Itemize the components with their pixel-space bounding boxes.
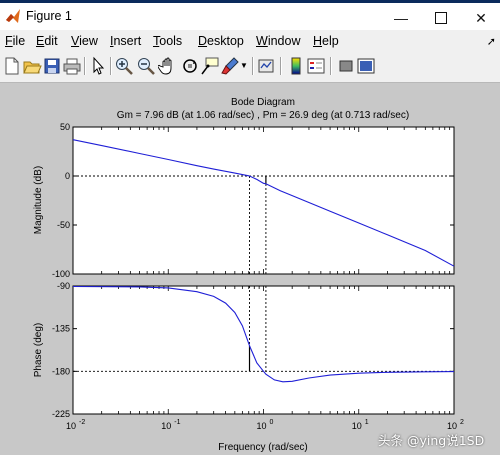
menu-help-label: elp (322, 34, 339, 48)
menu-file[interactable]: File (5, 34, 25, 48)
watermark-text: 头条 @ying说1SD (378, 433, 485, 448)
pan-hand-icon[interactable] (158, 56, 178, 76)
bode-diagram-svg[interactable]: Bode Diagram Gm = 7.96 dB (at 1.06 rad/s… (0, 83, 500, 455)
chart-subtitle: Gm = 7.96 dB (at 1.06 rad/sec) , Pm = 26… (117, 110, 409, 121)
menu-view-label: iew (79, 34, 98, 48)
toolbar-separator (330, 57, 332, 75)
menu-desktop-label: esktop (207, 34, 244, 48)
toolbar-separator (110, 57, 112, 75)
show-plot-tools-icon[interactable] (356, 56, 376, 76)
magnitude-ytick-label: -50 (57, 220, 70, 230)
magnitude-axes (72, 126, 455, 275)
magnitude-ytick-label: 50 (60, 122, 70, 132)
matlab-logo-icon (6, 9, 20, 23)
toolbar-separator (84, 57, 86, 75)
maximize-icon (435, 12, 447, 24)
menu-window-mnemonic: W (256, 34, 268, 48)
phase-ytick-label: -135 (52, 324, 70, 334)
menu-tools[interactable]: Tools (153, 34, 182, 48)
magnitude-ylabel: Magnitude (dB) (33, 166, 44, 234)
x-tick-exponent: -1 (174, 419, 180, 426)
phase-ylabel: Phase (deg) (33, 323, 44, 377)
hide-plot-tools-icon[interactable] (336, 56, 356, 76)
rotate-3d-icon[interactable] (180, 56, 200, 76)
menu-help[interactable]: Help (313, 34, 339, 48)
menu-insert[interactable]: Insert (110, 34, 141, 48)
x-tick-exponent: -2 (79, 419, 85, 426)
x-tick-label: 10 0 (256, 419, 273, 431)
new-figure-icon[interactable] (2, 56, 22, 76)
menu-edit-label: dit (44, 34, 58, 48)
phase-ytick-label: -90 (57, 281, 70, 291)
x-tick-base: 10 (66, 421, 76, 431)
zoom-out-icon[interactable] (136, 56, 156, 76)
print-icon[interactable] (62, 56, 82, 76)
menu-desktop[interactable]: Desktop (198, 34, 244, 48)
x-tick-exponent: 0 (270, 419, 274, 426)
x-tick-exponent: 2 (460, 419, 464, 426)
menu-window[interactable]: Window (256, 34, 300, 48)
menu-file-mnemonic: F (5, 34, 13, 48)
window-title: Figure 1 (26, 9, 72, 23)
menu-file-label: ile (12, 34, 26, 48)
menu-desktop-mnemonic: D (198, 34, 208, 48)
x-tick-exponent: 1 (365, 419, 369, 426)
menu-window-label: indow (267, 34, 301, 48)
x-tick-label: 10 -2 (66, 419, 85, 431)
phase-ytick-label: -225 (52, 409, 70, 419)
menu-view[interactable]: View (71, 34, 98, 48)
x-axis-label: Frequency (rad/sec) (218, 442, 307, 453)
link-plot-icon[interactable] (256, 56, 276, 76)
menu-insert-label: nsert (113, 34, 142, 48)
menu-bar: File Edit View Insert Tools Desktop Wind… (0, 30, 500, 52)
x-tick-label: 10 1 (352, 419, 369, 431)
menu-edit[interactable]: Edit (36, 34, 58, 48)
menu-view-mnemonic: V (71, 34, 80, 48)
close-button[interactable]: ✕ (458, 6, 500, 30)
data-cursor-icon[interactable] (200, 56, 220, 76)
menu-tools-label: ools (159, 34, 183, 48)
magnitude-ytick-label: 0 (65, 171, 70, 181)
open-file-icon[interactable] (22, 56, 42, 76)
toolbar-separator (252, 57, 254, 75)
zoom-in-icon[interactable] (114, 56, 134, 76)
phase-axes (72, 285, 455, 415)
toolbar-separator (280, 57, 282, 75)
x-tick-label: 10 -1 (161, 419, 180, 431)
colorbar-icon[interactable] (286, 56, 306, 76)
brush-dropdown-icon[interactable]: ▼ (240, 56, 248, 76)
x-tick-base: 10 (352, 421, 362, 431)
legend-icon[interactable] (306, 56, 326, 76)
x-tick-base: 10 (256, 421, 266, 431)
chart-title: Bode Diagram (231, 97, 295, 108)
dock-arrow-icon[interactable]: ➚ (487, 35, 496, 48)
magnitude-ytick-label: -100 (52, 269, 70, 279)
figure-toolbar: ▼ (0, 52, 500, 83)
brush-icon[interactable] (220, 56, 240, 76)
title-bar[interactable]: Figure 1 — ✕ (0, 3, 500, 30)
plot-canvas-area: Bode Diagram Gm = 7.96 dB (at 1.06 rad/s… (0, 83, 500, 455)
save-icon[interactable] (42, 56, 62, 76)
x-tick-base: 10 (161, 421, 171, 431)
figure-window: Figure 1 — ✕ File Edit View Insert Tools… (0, 0, 500, 455)
close-icon: ✕ (475, 9, 487, 26)
menu-help-mnemonic: H (313, 34, 323, 48)
phase-ytick-label: -180 (52, 366, 70, 376)
edit-plot-arrow-icon[interactable] (88, 56, 108, 76)
minimize-icon: — (394, 10, 408, 26)
